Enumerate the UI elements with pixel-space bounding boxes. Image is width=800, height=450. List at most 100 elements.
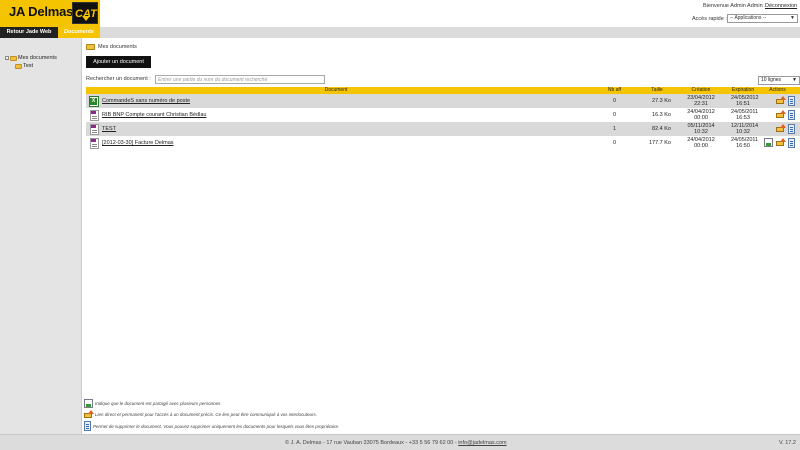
header-taille[interactable]: Taille <box>643 87 671 94</box>
quick-access-value: -- Applications -- <box>730 15 767 21</box>
file-icon <box>89 137 99 149</box>
logo[interactable]: JA Delmas CAT <box>0 0 100 27</box>
creation-time: 10:32 <box>694 129 708 135</box>
document-link[interactable]: [2012-03-30] Facture Delmas <box>102 140 174 146</box>
document-link[interactable]: TEST <box>102 126 116 132</box>
sidebar-item-mes-documents[interactable]: - Mes documents <box>5 55 57 61</box>
cell-nb-aff: 0 <box>612 98 617 104</box>
cell-name[interactable]: RIB BNP Compte courant Christian Bédlau <box>102 112 586 118</box>
header-nb-aff[interactable]: Nb aff <box>586 87 643 94</box>
sidebar: - Mes documents Test <box>0 38 82 434</box>
cell-nb-aff: 1 <box>612 126 617 132</box>
shared-icon[interactable] <box>764 138 773 147</box>
legend-shared: Indique que le document est partagé avec… <box>84 399 220 408</box>
nav-documents[interactable]: Documents <box>58 27 100 38</box>
documents-table: Document Nb aff Taille Création Expirati… <box>86 87 800 150</box>
cell-actions <box>755 124 800 134</box>
cell-expiration: 24/05/2011 16:50 <box>731 137 758 149</box>
cell-creation: 24/04/2012 00:00 <box>671 137 731 149</box>
header-actions: Actions <box>769 87 786 93</box>
link-icon[interactable] <box>776 96 786 105</box>
table-row: [2012-03-30] Facture Delmas 0 177.7 Ko 2… <box>86 136 800 150</box>
sidebar-item-test[interactable]: Test <box>15 63 33 69</box>
search-label: Rechercher un document : <box>86 76 151 82</box>
cell-actions <box>755 96 800 106</box>
footer-email-link[interactable]: info@jadelmas.com <box>458 440 506 446</box>
document-link[interactable]: CommandeS sans numéro de poste <box>102 98 190 104</box>
document-link[interactable]: RIB BNP Compte courant Christian Bédlau <box>102 112 206 118</box>
legend-text: Lien direct et permanent pour l'accès à … <box>95 412 317 417</box>
link-icon[interactable] <box>776 110 786 119</box>
nav-bar <box>0 27 800 38</box>
cell-expiration: 24/05/2012 16:51 <box>731 95 759 107</box>
file-icon <box>89 123 99 135</box>
cell-name[interactable]: [2012-03-30] Facture Delmas <box>102 140 586 146</box>
breadcrumb: Mes documents <box>86 43 137 50</box>
chevron-down-icon: ▼ <box>792 77 797 83</box>
quick-access-select[interactable]: -- Applications -- ▼ <box>727 14 798 23</box>
creation-time: 00:00 <box>694 143 708 149</box>
link-icon[interactable] <box>776 138 786 147</box>
delete-icon[interactable] <box>788 96 795 106</box>
folder-open-icon <box>10 55 17 61</box>
legend-text: Permet de supprimer le document. Vous po… <box>93 423 340 429</box>
cell-size: 16.3 Ko <box>652 112 671 118</box>
cell-name[interactable]: TEST <box>102 126 586 132</box>
cell-icon: X <box>86 95 102 107</box>
delete-icon <box>84 421 91 431</box>
footer-address: © J. A. Delmas - 17 rue Vauban 33075 Bor… <box>285 440 457 446</box>
header-expiration[interactable]: Expiration <box>731 87 755 94</box>
search-input[interactable] <box>155 75 325 84</box>
expiration-time: 16:53 <box>736 115 750 121</box>
rows-per-page-value: 10 lignes <box>761 77 782 83</box>
cell-icon <box>86 137 102 149</box>
cell-icon <box>86 123 102 135</box>
cell-actions <box>755 138 800 148</box>
cell-expiration: 24/05/2011 16:53 <box>731 109 758 121</box>
creation-time: 00:00 <box>694 115 708 121</box>
sidebar-item-label: Mes documents <box>18 55 57 61</box>
expiration-time: 10:32 <box>736 129 750 135</box>
expiration-time: 16:51 <box>736 101 750 107</box>
logout-link[interactable]: Déconnexion <box>765 3 797 9</box>
excel-file-icon: X <box>89 95 99 107</box>
delete-icon[interactable] <box>788 110 795 120</box>
rows-per-page-select[interactable]: 10 lignes ▼ <box>758 76 800 85</box>
delete-icon[interactable] <box>788 124 795 134</box>
cell-creation: 23/04/2012 22:31 <box>671 95 731 107</box>
nav-retour-jade-web[interactable]: Retour Jade Web <box>0 27 58 38</box>
delete-icon[interactable] <box>788 138 795 148</box>
legend-text: Indique que le document est partagé avec… <box>95 401 221 406</box>
cat-logo: CAT <box>72 2 98 24</box>
quick-access-label: Accès rapide : <box>692 16 727 22</box>
add-document-button[interactable]: Ajouter un document <box>86 56 151 68</box>
file-icon <box>89 109 99 121</box>
folder-icon <box>86 43 95 50</box>
welcome-text: Bienvenue Admin Admin <box>703 3 763 9</box>
version-label: V. 17.2 <box>779 440 796 446</box>
cell-actions <box>755 110 800 120</box>
cell-name[interactable]: CommandeS sans numéro de poste <box>102 98 586 104</box>
cell-nb-aff: 0 <box>612 140 617 146</box>
sidebar-item-label: Test <box>23 63 34 69</box>
footer: © J. A. Delmas - 17 rue Vauban 33075 Bor… <box>0 434 800 450</box>
folder-icon <box>15 63 22 69</box>
expiration-time: 16:50 <box>736 143 750 149</box>
link-icon[interactable] <box>776 124 786 133</box>
footer-text: © J. A. Delmas - 17 rue Vauban 33075 Bor… <box>285 440 507 446</box>
table-row: TEST 1 82.4 Ko 05/11/2014 10:32 12/11/201… <box>86 122 800 136</box>
cell-expiration: 12/11/2014 10:32 <box>731 123 758 135</box>
legend-delete: Permet de supprimer le document. Vous po… <box>84 421 339 431</box>
header-document[interactable]: Document <box>86 87 586 94</box>
link-icon <box>84 410 94 419</box>
tree-collapse-icon[interactable]: - <box>5 56 9 60</box>
shared-icon <box>84 399 93 408</box>
cell-icon <box>86 109 102 121</box>
legend-link: Lien direct et permanent pour l'accès à … <box>84 410 317 419</box>
cell-nb-aff: 0 <box>612 112 617 118</box>
cell-creation: 24/04/2012 00:00 <box>671 109 731 121</box>
header-creation[interactable]: Création <box>671 87 731 94</box>
cat-triangle-icon <box>82 16 90 21</box>
cell-size: 177.7 Ko <box>648 140 671 146</box>
header: JA Delmas CAT Bienvenue Admin Admin Déco… <box>0 0 800 27</box>
